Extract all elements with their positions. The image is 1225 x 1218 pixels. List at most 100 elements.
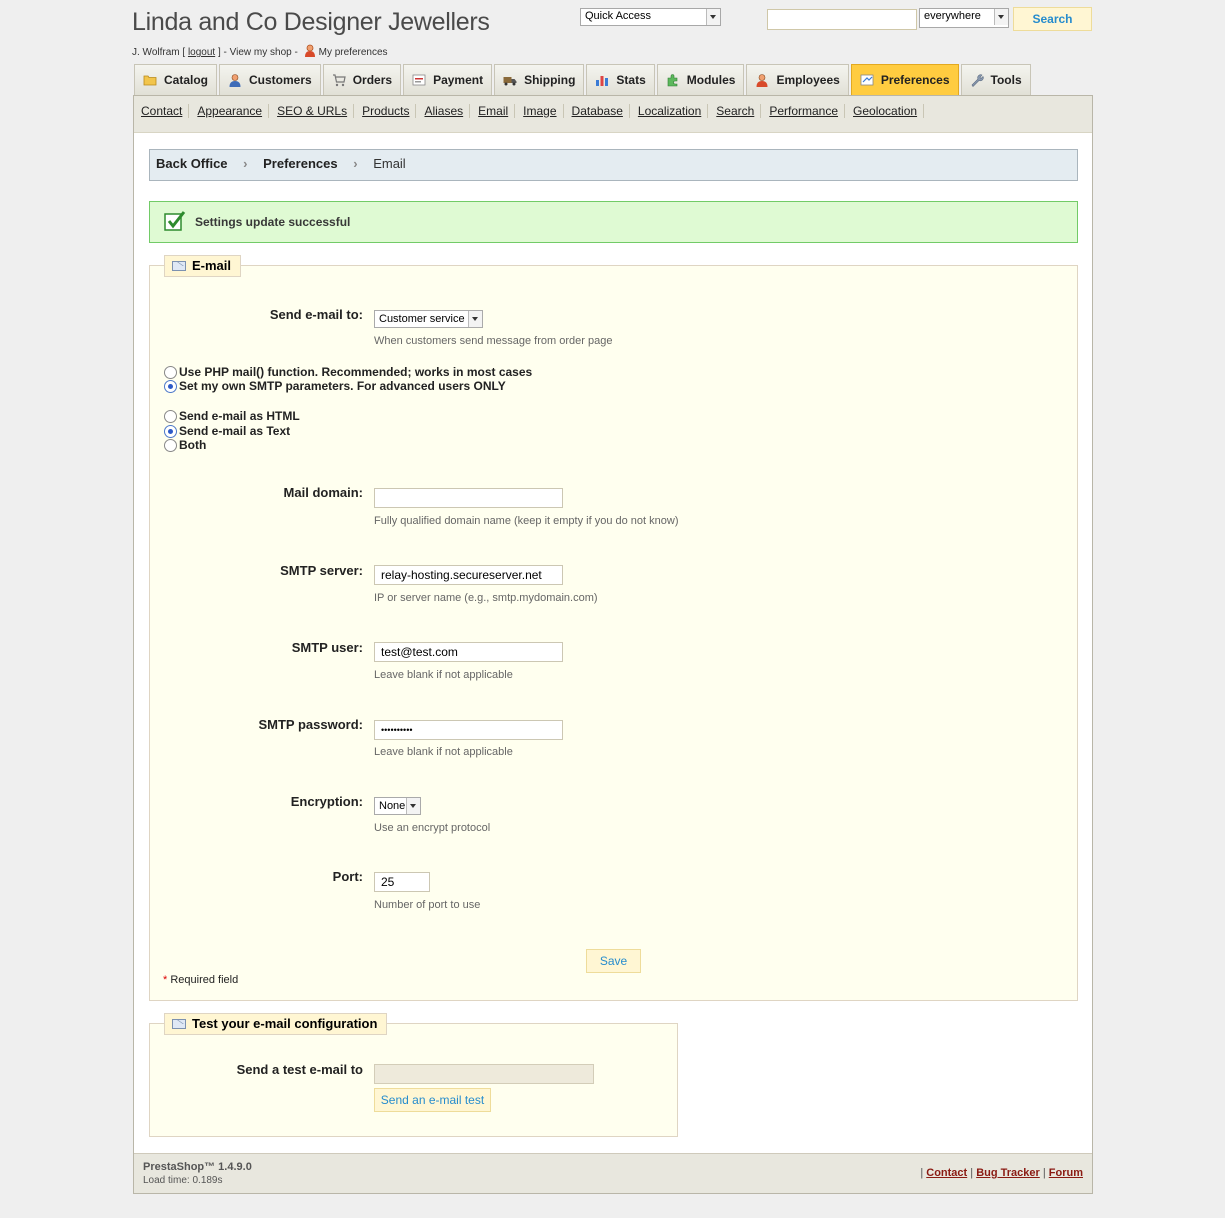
envelope-icon (172, 1019, 186, 1029)
smtp-server-input[interactable]: relay-hosting.secureserver.net (374, 565, 563, 585)
subtab-localization[interactable]: Localization (632, 104, 709, 118)
footer-bug-tracker-link[interactable]: Bug Tracker (976, 1167, 1040, 1179)
smtp-server-label: SMTP server: (280, 563, 363, 578)
version-text: PrestaShop™ 1.4.9.0 (143, 1161, 252, 1173)
smtp-password-hint: Leave blank if not applicable (374, 746, 513, 758)
subtab-aliases[interactable]: Aliases (418, 104, 471, 118)
customer-icon (229, 74, 241, 87)
tab-shipping[interactable]: Shipping (494, 64, 585, 95)
send-test-email-button[interactable]: Send an e-mail test (374, 1088, 491, 1112)
port-label: Port: (332, 869, 363, 884)
footer: PrestaShop™ 1.4.9.0 Load time: 0.189s | … (134, 1153, 1092, 1193)
puzzle-icon (667, 74, 678, 87)
email-settings-fieldset: E-mail Send e-mail to: Customer service … (149, 255, 1078, 1001)
test-email-input[interactable] (374, 1064, 594, 1084)
user-preferences-icon (304, 44, 315, 57)
breadcrumb-back-office[interactable]: Back Office (156, 156, 228, 171)
smtp-password-input[interactable]: •••••••••• (374, 720, 563, 740)
format-text-radio[interactable] (164, 424, 177, 438)
send-to-label: Send e-mail to: (269, 307, 363, 322)
folder-icon (143, 75, 157, 86)
quick-access-select[interactable]: Quick Access (580, 8, 721, 26)
chevron-right-icon: › (353, 156, 358, 171)
main-tabs: Catalog Customers Orders Payment Shippin… (134, 64, 1033, 96)
footer-contact-link[interactable]: Contact (926, 1167, 967, 1179)
breadcrumb-current: Email (373, 156, 406, 171)
search-scope-select[interactable]: everywhere (919, 8, 1009, 28)
mail-domain-label: Mail domain: (283, 485, 363, 500)
bar-chart-icon (596, 76, 609, 86)
smtp-password-label: SMTP password: (258, 717, 363, 732)
chevron-down-icon (406, 798, 420, 814)
view-shop-link[interactable]: View my shop (230, 47, 292, 58)
subtab-database[interactable]: Database (566, 104, 630, 118)
user-name: J. Wolfram (132, 47, 180, 58)
encryption-label: Encryption: (290, 794, 363, 809)
format-html-option[interactable]: Send e-mail as HTML (164, 409, 300, 423)
load-time-text: Load time: 0.189s (143, 1175, 223, 1186)
subtab-image[interactable]: Image (517, 104, 564, 118)
format-html-radio[interactable] (164, 409, 177, 423)
method-php-option[interactable]: Use PHP mail() function. Recommended; wo… (164, 365, 532, 379)
cart-icon (332, 74, 346, 87)
employee-icon (756, 74, 768, 87)
subtab-geolocation[interactable]: Geolocation (847, 104, 925, 118)
footer-forum-link[interactable]: Forum (1049, 1167, 1083, 1179)
chevron-down-icon (706, 9, 720, 25)
tab-customers[interactable]: Customers (219, 64, 321, 95)
preferences-subnav: Contact Appearance SEO & URLs Products Alias… (134, 96, 1092, 133)
method-smtp-radio[interactable] (164, 379, 177, 393)
subtab-performance[interactable]: Performance (763, 104, 846, 118)
email-legend: E-mail (164, 255, 242, 277)
save-button[interactable]: Save (586, 949, 641, 973)
test-email-fieldset: Test your e-mail configuration Send a te… (149, 1013, 678, 1137)
tab-tools[interactable]: Tools (960, 64, 1031, 95)
footer-links: | Contact | Bug Tracker | Forum (920, 1167, 1083, 1179)
smtp-user-input[interactable]: test@test.com (374, 642, 563, 662)
tab-modules[interactable]: Modules (656, 64, 745, 95)
port-hint: Number of port to use (374, 899, 481, 911)
smtp-server-hint: IP or server name (e.g., smtp.mydomain.c… (374, 592, 598, 604)
quick-access-value: Quick Access (585, 10, 652, 22)
encryption-select[interactable]: None (374, 797, 421, 815)
tab-stats[interactable]: Stats (586, 64, 655, 95)
breadcrumb: Back Office › Preferences › Email (149, 149, 1078, 181)
format-both-radio[interactable] (164, 438, 177, 452)
tab-payment[interactable]: Payment (403, 64, 493, 95)
wrench-icon (971, 74, 984, 87)
subtab-products[interactable]: Products (356, 104, 417, 118)
search-scope-value: everywhere (924, 10, 981, 22)
subtab-seo-urls[interactable]: SEO & URLs (271, 104, 355, 118)
tab-catalog[interactable]: Catalog (134, 64, 218, 95)
payment-icon (412, 74, 426, 86)
subtab-email[interactable]: Email (472, 104, 516, 118)
format-text-option[interactable]: Send e-mail as Text (164, 424, 290, 438)
mail-domain-input[interactable] (374, 488, 563, 508)
logout-link[interactable]: logout (188, 47, 215, 58)
chevron-down-icon (468, 311, 482, 327)
my-preferences-link[interactable]: My preferences (319, 47, 388, 58)
search-button[interactable]: Search (1013, 7, 1092, 31)
checkmark-icon (164, 211, 186, 231)
subtab-contact[interactable]: Contact (141, 104, 190, 118)
tab-orders[interactable]: Orders (322, 64, 402, 95)
method-smtp-option[interactable]: Set my own SMTP parameters. For advanced… (164, 379, 506, 393)
method-php-radio[interactable] (164, 365, 177, 379)
format-both-option[interactable]: Both (164, 438, 206, 452)
subtab-search[interactable]: Search (710, 104, 762, 118)
envelope-icon (172, 261, 186, 271)
send-to-select[interactable]: Customer service (374, 310, 483, 328)
port-input[interactable]: 25 (374, 872, 430, 892)
chevron-down-icon (994, 9, 1008, 25)
smtp-user-label: SMTP user: (291, 640, 363, 655)
tab-preferences[interactable]: Preferences (850, 64, 959, 95)
search-input[interactable] (767, 9, 917, 30)
truck-icon (503, 77, 517, 86)
success-message: Settings update successful (149, 201, 1078, 243)
success-text: Settings update successful (195, 215, 351, 229)
encryption-hint: Use an encrypt protocol (374, 822, 491, 834)
subtab-appearance[interactable]: Appearance (191, 104, 270, 118)
user-line: J. Wolfram [ logout ] - View my shop - M… (132, 44, 388, 58)
breadcrumb-preferences[interactable]: Preferences (263, 156, 337, 171)
tab-employees[interactable]: Employees (746, 64, 849, 95)
